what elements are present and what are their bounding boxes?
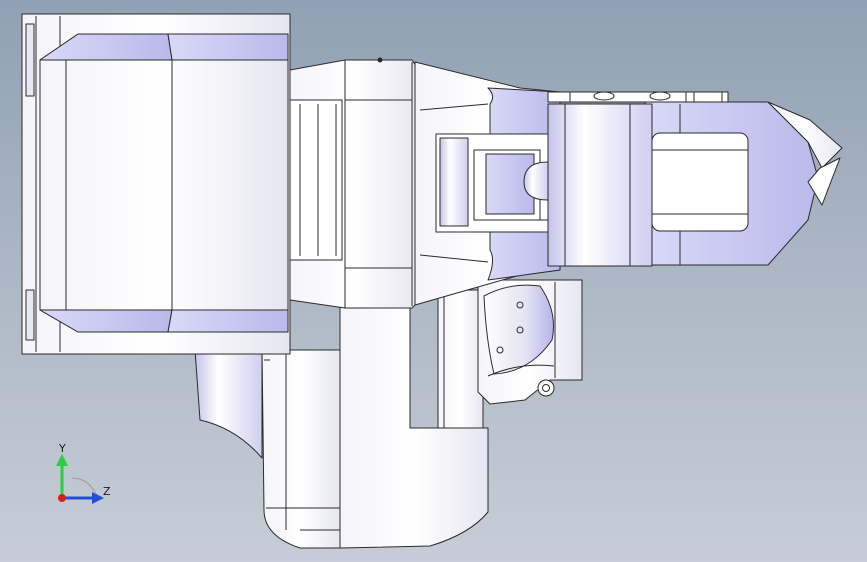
wrist-gripper bbox=[547, 101, 843, 267]
top-bolts bbox=[547, 91, 729, 103]
cad-model-render[interactable] bbox=[0, 0, 867, 562]
z-axis-label: Z bbox=[103, 485, 111, 498]
x-axis-dot bbox=[58, 494, 66, 502]
motor-box bbox=[21, 13, 291, 355]
y-axis-label: Y bbox=[59, 442, 66, 455]
central-housing bbox=[289, 57, 421, 309]
triad-arc bbox=[71, 477, 97, 495]
forearm-housing bbox=[414, 61, 561, 306]
coordinate-triad-icon[interactable]: Y Z bbox=[48, 438, 128, 518]
gear-bracket bbox=[437, 279, 583, 429]
y-axis-arrowhead bbox=[56, 454, 68, 466]
cad-graphics-viewport[interactable]: Y Z bbox=[0, 0, 867, 562]
